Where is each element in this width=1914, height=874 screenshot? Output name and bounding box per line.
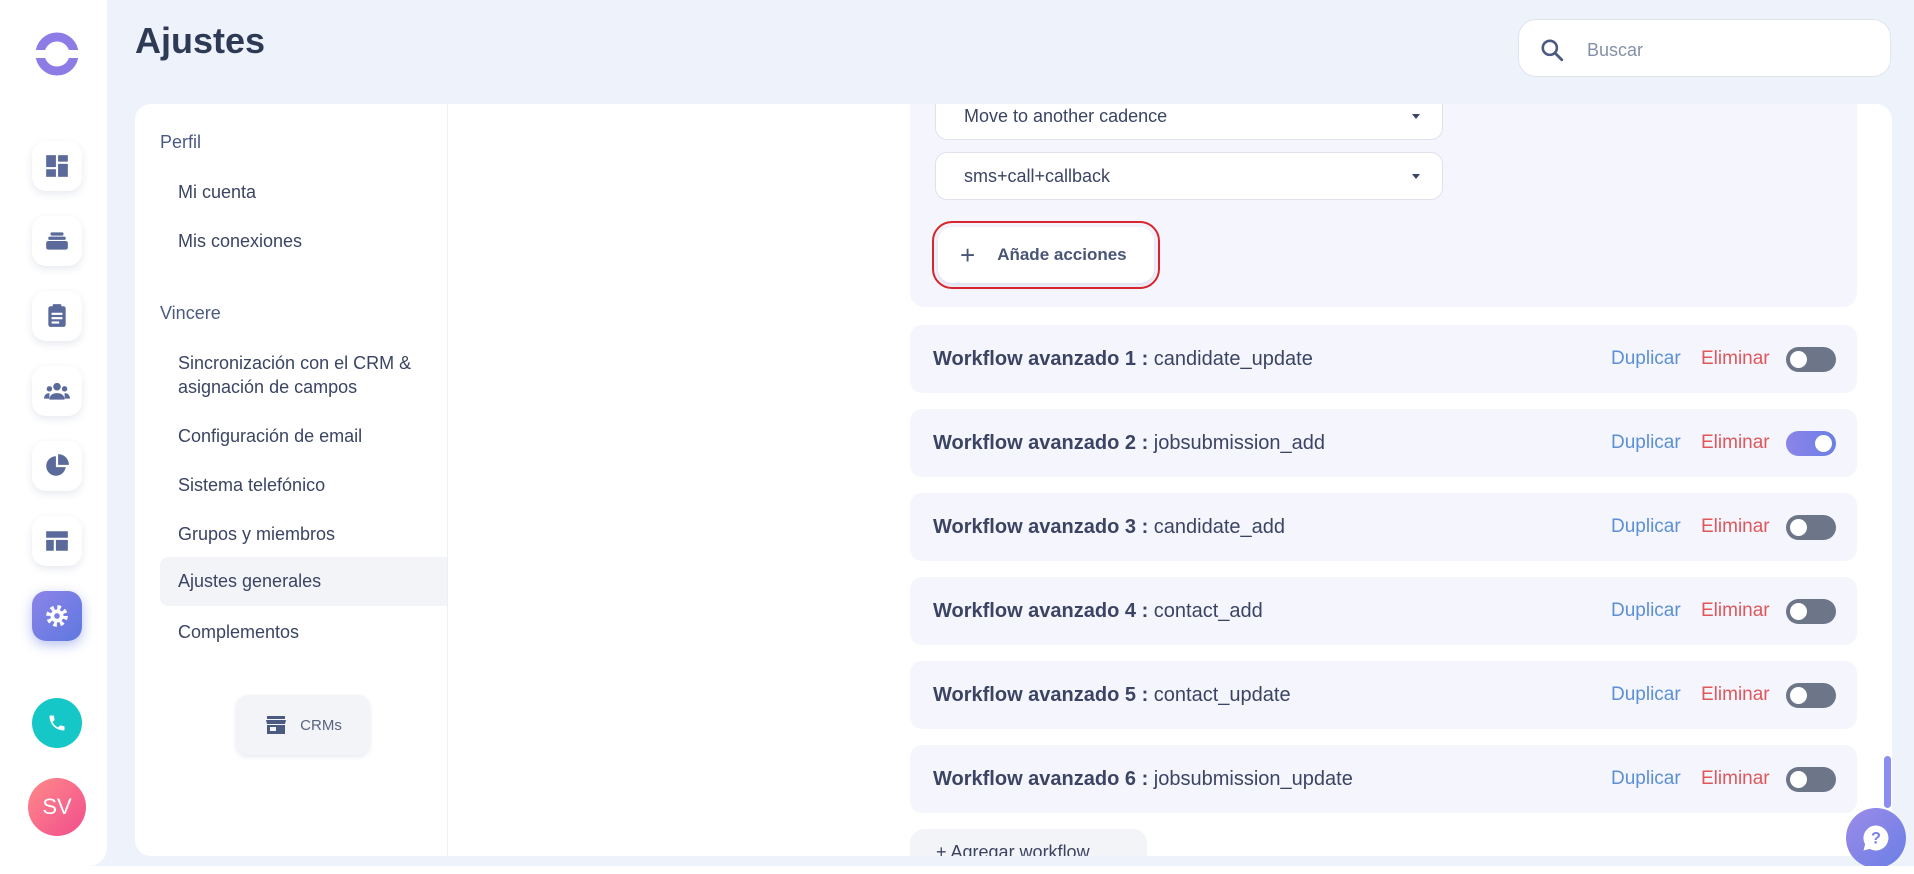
toggle-knob bbox=[1790, 603, 1807, 620]
workflow-label: Workflow avanzado 1 : candidate_update bbox=[933, 348, 1313, 371]
help-button[interactable]: ? bbox=[1846, 808, 1906, 868]
gear-icon[interactable] bbox=[32, 591, 82, 641]
add-actions-label: Añade acciones bbox=[997, 245, 1127, 264]
workflow-trigger: jobsubmission_add bbox=[1153, 431, 1326, 454]
nav-item-email-config[interactable]: Configuración de email bbox=[160, 424, 447, 448]
workflow-toggle[interactable] bbox=[1786, 431, 1836, 456]
pie-chart-icon[interactable] bbox=[32, 441, 82, 491]
delete-link[interactable]: Eliminar bbox=[1701, 516, 1770, 538]
workflow-trigger: contact_update bbox=[1153, 683, 1291, 706]
workflow-row[interactable]: Workflow avanzado 4 : contact_add Duplic… bbox=[910, 577, 1857, 645]
duplicate-link[interactable]: Duplicar bbox=[1611, 432, 1681, 454]
toggle-knob bbox=[1790, 519, 1807, 536]
workflow-editor: Move to another cadence sms+call+callbac… bbox=[910, 104, 1857, 307]
stack-icon[interactable] bbox=[32, 216, 82, 266]
chevron-down-icon bbox=[1412, 174, 1420, 179]
app-logo-icon[interactable] bbox=[33, 30, 81, 78]
duplicate-link[interactable]: Duplicar bbox=[1611, 600, 1681, 622]
duplicate-link[interactable]: Duplicar bbox=[1611, 768, 1681, 790]
svg-text:?: ? bbox=[1871, 830, 1881, 848]
duplicate-link[interactable]: Duplicar bbox=[1611, 348, 1681, 370]
bottom-edge bbox=[0, 866, 1914, 874]
duplicate-link[interactable]: Duplicar bbox=[1611, 516, 1681, 538]
nav-item-crm-sync[interactable]: Sincronización con el CRM & asignación d… bbox=[160, 351, 447, 399]
workflow-toggle[interactable] bbox=[1786, 515, 1836, 540]
people-icon[interactable] bbox=[32, 366, 82, 416]
workflow-title: Workflow avanzado 1 : bbox=[933, 347, 1149, 370]
action-select-value: Move to another cadence bbox=[964, 106, 1168, 126]
help-chat-icon: ? bbox=[1863, 825, 1889, 851]
workflow-row[interactable]: Workflow avanzado 2 : jobsubmission_add … bbox=[910, 409, 1857, 477]
workflow-label: Workflow avanzado 5 : contact_update bbox=[933, 684, 1291, 707]
add-workflow-button[interactable]: + Agregar workflow bbox=[910, 829, 1147, 856]
left-rail: SV bbox=[0, 0, 107, 866]
workflow-label: Workflow avanzado 4 : contact_add bbox=[933, 600, 1263, 623]
action-select-template[interactable]: sms+call+callback bbox=[935, 152, 1443, 200]
workflow-title: Workflow avanzado 2 : bbox=[933, 431, 1149, 454]
add-actions-highlight: + Añade acciones bbox=[932, 221, 1160, 289]
delete-link[interactable]: Eliminar bbox=[1701, 348, 1770, 370]
search-input[interactable] bbox=[1585, 34, 1879, 66]
chevron-down-icon bbox=[1412, 114, 1420, 119]
action-select-cadence[interactable]: Move to another cadence bbox=[935, 104, 1443, 140]
workflow-row[interactable]: Workflow avanzado 1 : candidate_update D… bbox=[910, 325, 1857, 393]
nav-item-mis-conexiones[interactable]: Mis conexiones bbox=[160, 229, 447, 253]
workflow-row[interactable]: Workflow avanzado 5 : contact_update Dup… bbox=[910, 661, 1857, 729]
toggle-knob bbox=[1790, 687, 1807, 704]
workflow-toggle[interactable] bbox=[1786, 683, 1836, 708]
nav-item-general-settings[interactable]: Ajustes generales bbox=[160, 557, 447, 606]
settings-panel: Perfil Mi cuenta Mis conexiones Vincere … bbox=[135, 104, 1892, 856]
toggle-knob bbox=[1790, 351, 1807, 368]
workflow-title: Workflow avanzado 6 : bbox=[933, 767, 1149, 790]
workflow-trigger: candidate_add bbox=[1153, 515, 1286, 538]
workflow-title: Workflow avanzado 3 : bbox=[933, 515, 1149, 538]
workflow-label: Workflow avanzado 3 : candidate_add bbox=[933, 516, 1285, 539]
workflow-title: Workflow avanzado 4 : bbox=[933, 599, 1149, 622]
delete-link[interactable]: Eliminar bbox=[1701, 768, 1770, 790]
avatar[interactable]: SV bbox=[28, 778, 86, 836]
workflow-trigger: candidate_update bbox=[1153, 347, 1313, 370]
nav-section-vincere: Vincere bbox=[160, 303, 221, 323]
delete-link[interactable]: Eliminar bbox=[1701, 600, 1770, 622]
workflow-row[interactable]: Workflow avanzado 6 : jobsubmission_upda… bbox=[910, 745, 1857, 813]
search-box[interactable] bbox=[1518, 19, 1891, 77]
page-title: Ajustes bbox=[135, 20, 266, 61]
action-select-value: sms+call+callback bbox=[964, 166, 1111, 186]
workflow-label: Workflow avanzado 6 : jobsubmission_upda… bbox=[933, 768, 1353, 791]
workflow-title: Workflow avanzado 5 : bbox=[933, 683, 1149, 706]
workflow-trigger: jobsubmission_update bbox=[1153, 767, 1353, 790]
duplicate-link[interactable]: Duplicar bbox=[1611, 684, 1681, 706]
dashboard-icon[interactable] bbox=[32, 141, 82, 191]
layout-icon[interactable] bbox=[32, 516, 82, 566]
plus-icon: + bbox=[960, 239, 976, 270]
nav-item-mi-cuenta[interactable]: Mi cuenta bbox=[160, 180, 447, 204]
workflow-toggle[interactable] bbox=[1786, 599, 1836, 624]
nav-item-complements[interactable]: Complementos bbox=[160, 620, 447, 644]
scrollbar[interactable] bbox=[1884, 756, 1891, 808]
delete-link[interactable]: Eliminar bbox=[1701, 684, 1770, 706]
search-icon bbox=[1541, 39, 1564, 62]
workflow-label: Workflow avanzado 2 : jobsubmission_add bbox=[933, 432, 1325, 455]
delete-link[interactable]: Eliminar bbox=[1701, 432, 1770, 454]
nav-section-perfil: Perfil bbox=[160, 132, 202, 152]
toggle-knob bbox=[1790, 771, 1807, 788]
nav-item-phone-system[interactable]: Sistema telefónico bbox=[160, 473, 447, 497]
nav-item-groups-members[interactable]: Grupos y miembros bbox=[160, 522, 447, 546]
workflow-toggle[interactable] bbox=[1786, 347, 1836, 372]
workflow-row[interactable]: Workflow avanzado 3 : candidate_add Dupl… bbox=[910, 493, 1857, 561]
workflow-toggle[interactable] bbox=[1786, 767, 1836, 792]
workflow-trigger: contact_add bbox=[1153, 599, 1263, 622]
crms-button-label: CRMs bbox=[300, 716, 342, 734]
add-actions-button[interactable]: + Añade acciones bbox=[938, 227, 1154, 283]
phone-icon[interactable] bbox=[32, 698, 82, 748]
clipboard-icon[interactable] bbox=[32, 291, 82, 341]
crms-button[interactable]: CRMs bbox=[236, 695, 370, 755]
store-icon bbox=[266, 716, 287, 734]
settings-nav: Perfil Mi cuenta Mis conexiones Vincere … bbox=[135, 104, 448, 856]
toggle-knob bbox=[1815, 435, 1832, 452]
